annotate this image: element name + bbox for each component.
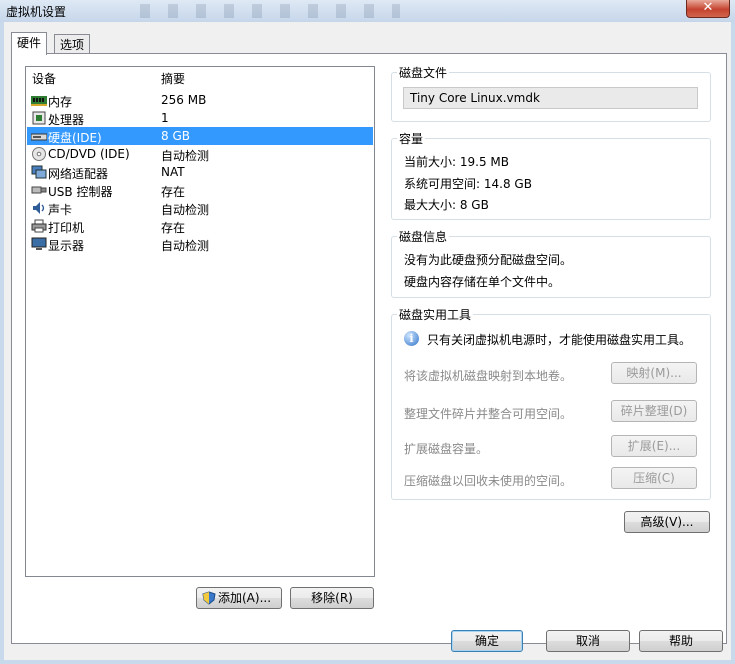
device-row-hard-disk[interactable]: 硬盘(IDE) 8 GB [27,127,373,145]
window-title: 虚拟机设置 [6,5,67,19]
cancel-button[interactable]: 取消 [546,630,630,652]
device-summary: 自动检测 [161,149,210,163]
device-row-processor[interactable]: 处理器 1 [27,109,373,127]
device-list[interactable]: 设备 摘要 内存 256 MB 处理器 1 硬盘(IDE) 8 GB CD/DV… [25,66,375,577]
map-description: 将该虚拟机磁盘映射到本地卷。 [404,369,573,383]
add-device-button[interactable]: 添加(A)... [196,587,282,609]
device-summary: 256 MB [161,93,207,107]
disk-info-line-1: 没有为此硬盘预分配磁盘空间。 [404,253,573,267]
device-name: 网络适配器 [48,167,109,181]
device-row-printer[interactable]: 打印机 存在 [27,217,373,235]
max-size-text: 最大大小: 8 GB [404,198,489,212]
free-space-text: 系统可用空间: 14.8 GB [404,177,532,191]
device-name: 打印机 [48,221,85,235]
cancel-button-label: 取消 [575,634,600,648]
device-summary: 存在 [161,221,186,235]
device-row-cd-dvd[interactable]: CD/DVD (IDE) 自动检测 [27,145,373,163]
printer-icon [31,219,47,233]
memory-icon [31,96,47,106]
admin-shield-icon [202,591,216,605]
utilities-notice: 只有关闭虚拟机电源时，才能使用磁盘实用工具。 [427,333,692,347]
device-name: 内存 [48,95,73,109]
device-list-header: 设备 摘要 [26,67,374,87]
title-bar-background-icons [140,4,400,18]
device-name: 显示器 [48,239,85,253]
defragment-button[interactable]: 碎片整理(D) [611,400,697,422]
disk-file-path[interactable]: Tiny Core Linux.vmdk [403,87,698,109]
cd-dvd-icon [32,147,46,161]
device-name: CD/DVD (IDE) [48,147,130,161]
device-summary: 自动检测 [161,203,210,217]
device-row-display[interactable]: 显示器 自动检测 [27,235,373,253]
processor-icon [32,111,46,125]
advanced-button-label: 高级(V)... [640,515,694,529]
compact-button-label: 压缩(C) [633,471,675,485]
close-icon: ✕ [702,0,714,15]
device-row-sound-card[interactable]: 声卡 自动检测 [27,199,373,217]
device-name: 硬盘(IDE) [48,131,102,145]
expand-button[interactable]: 扩展(E)... [611,435,697,457]
device-row-network-adapter[interactable]: 网络适配器 NAT [27,163,373,181]
disk-file-group: 磁盘文件 Tiny Core Linux.vmdk [391,64,711,122]
disk-file-title: 磁盘文件 [397,64,450,81]
compact-button[interactable]: 压缩(C) [611,467,697,489]
disk-info-title: 磁盘信息 [397,228,450,245]
device-summary: 存在 [161,185,186,199]
device-row-memory[interactable]: 内存 256 MB [27,91,373,109]
disk-utilities-group: 磁盘实用工具 i 只有关闭虚拟机电源时，才能使用磁盘实用工具。 将该虚拟机磁盘映… [391,306,711,500]
column-header-device[interactable]: 设备 [32,70,56,87]
tab-hardware-label: 硬件 [17,36,42,50]
help-button[interactable]: 帮助 [639,630,723,652]
device-name: 声卡 [48,203,73,217]
compact-description: 压缩磁盘以回收未使用的空间。 [404,474,573,488]
display-icon [31,237,47,250]
tab-options[interactable]: 选项 [54,34,91,55]
dialog-client-area: 硬件 选项 设备 摘要 内存 256 MB 处理器 1 硬盘(IDE) 8 GB… [4,22,731,660]
device-summary: NAT [161,165,185,179]
add-device-label: 添加(A)... [218,591,272,605]
title-bar: 虚拟机设置 ✕ [0,0,735,22]
device-summary: 自动检测 [161,239,210,253]
device-name: 处理器 [48,113,85,127]
ok-button[interactable]: 确定 [451,630,523,652]
network-adapter-icon [31,165,47,179]
disk-info-group: 磁盘信息 没有为此硬盘预分配磁盘空间。 硬盘内容存储在单个文件中。 [391,228,711,298]
ok-button-label: 确定 [474,634,499,648]
tab-hardware[interactable]: 硬件 [11,32,48,55]
remove-device-button[interactable]: 移除(R) [290,587,374,609]
info-icon: i [404,331,419,346]
capacity-group: 容量 当前大小: 19.5 MB 系统可用空间: 14.8 GB 最大大小: 8… [391,130,711,220]
expand-button-label: 扩展(E)... [627,439,681,453]
disk-utilities-title: 磁盘实用工具 [397,306,474,323]
close-window-button[interactable]: ✕ [686,0,730,18]
remove-device-label: 移除(R) [311,591,353,605]
hard-disk-icon [31,133,47,141]
map-button-label: 映射(M)... [626,366,682,380]
usb-icon [31,186,47,194]
sound-card-icon [33,202,45,214]
device-row-usb-controller[interactable]: USB 控制器 存在 [27,181,373,199]
defragment-button-label: 碎片整理(D) [620,404,688,418]
device-summary: 1 [161,111,169,125]
tab-options-label: 选项 [60,38,85,52]
device-summary: 8 GB [161,129,190,143]
capacity-title: 容量 [397,130,426,147]
disk-info-line-2: 硬盘内容存储在单个文件中。 [404,275,561,289]
map-button[interactable]: 映射(M)... [611,362,697,384]
hardware-tab-panel: 设备 摘要 内存 256 MB 处理器 1 硬盘(IDE) 8 GB CD/DV… [11,53,727,644]
expand-description: 扩展磁盘容量。 [404,442,489,456]
current-size-text: 当前大小: 19.5 MB [404,155,509,169]
column-header-summary[interactable]: 摘要 [161,70,185,87]
defragment-description: 整理文件碎片并整合可用空间。 [404,407,573,421]
device-name: USB 控制器 [48,185,113,199]
help-button-label: 帮助 [668,634,693,648]
advanced-button[interactable]: 高级(V)... [624,511,710,533]
